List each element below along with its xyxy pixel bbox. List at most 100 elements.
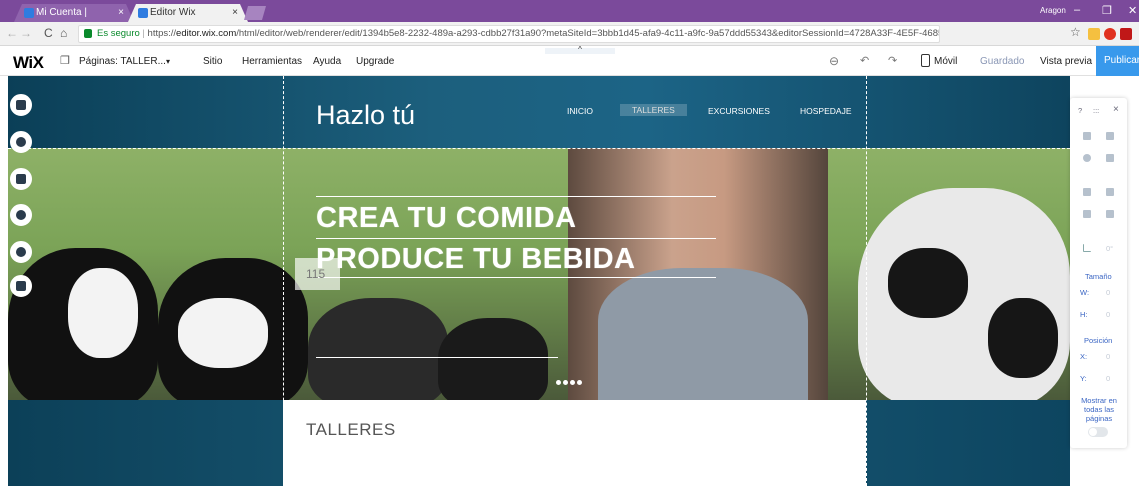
calendar-icon (16, 281, 26, 291)
x-value[interactable]: 0 (1106, 352, 1110, 361)
element-badge[interactable]: 115 (295, 258, 340, 290)
url-field[interactable]: Es seguro | https://editor.wix.com/html/… (78, 25, 940, 43)
slide-dot[interactable] (556, 380, 561, 385)
cow-patch (888, 248, 968, 318)
tab-editor-wix[interactable]: Editor Wix × (128, 4, 248, 22)
hero-heading-1[interactable]: CREA TU COMIDA (316, 202, 576, 235)
slide-dot[interactable] (563, 380, 568, 385)
undo-icon[interactable]: ↶ (860, 54, 869, 67)
rotate-icon[interactable] (1083, 244, 1091, 252)
distribute-icon[interactable] (1106, 210, 1114, 218)
rotation-icon[interactable]: 0° (1106, 244, 1113, 253)
square-icon (16, 100, 26, 110)
slide-dot[interactable] (577, 380, 582, 385)
wix-logo[interactable]: WiX (13, 53, 44, 73)
upload-tool[interactable] (10, 204, 32, 226)
hero-divider (316, 277, 716, 278)
height-value[interactable]: 0 (1106, 310, 1110, 319)
person-shirt (598, 268, 808, 400)
duplicate-icon[interactable] (1083, 154, 1091, 162)
menu-sitio[interactable]: Sitio (203, 56, 222, 67)
send-backward-icon[interactable] (1106, 188, 1114, 196)
back-icon[interactable]: ← (6, 26, 18, 40)
blog-tool[interactable] (10, 241, 32, 263)
menu-ayuda[interactable]: Ayuda (313, 56, 341, 67)
restore-icon[interactable]: ❐ (1102, 4, 1112, 17)
menus-pages-tool[interactable] (10, 94, 32, 116)
menu-upgrade[interactable]: Upgrade (356, 56, 394, 67)
height-label: H: (1080, 310, 1088, 319)
site-nav-excursiones[interactable]: EXCURSIONES (708, 106, 770, 116)
url-host: editor.wix.com (176, 28, 237, 39)
content-section[interactable] (283, 400, 866, 486)
bring-forward-icon[interactable] (1083, 188, 1091, 196)
extension-icon[interactable] (1088, 28, 1100, 40)
opera-extension-icon[interactable] (1104, 28, 1116, 40)
slideshow-dots[interactable] (556, 372, 584, 390)
width-label: W: (1080, 288, 1090, 297)
mobile-icon[interactable] (921, 54, 930, 67)
y-value[interactable]: 0 (1106, 374, 1110, 383)
slide-dot[interactable] (570, 380, 575, 385)
drag-handle-icon[interactable]: ::: (1093, 106, 1099, 115)
pdf-extension-icon[interactable] (1120, 28, 1132, 40)
url-path: /html/editor/web/renderer/edit/1394b5e8-… (236, 28, 939, 39)
y-label: Y: (1080, 374, 1087, 383)
profile-name[interactable]: Aragon (1040, 6, 1066, 15)
zoom-icon[interactable]: ⊖ (829, 54, 839, 68)
cow-patch (988, 298, 1058, 378)
align-icon[interactable] (1083, 210, 1091, 218)
close-window-icon[interactable]: ✕ (1128, 4, 1137, 17)
arrange-panel[interactable]: ? ::: × 0° Tamaño W: 0 H: 0 Posición X: … (1070, 98, 1127, 448)
home-icon[interactable]: ⌂ (60, 26, 67, 40)
app-market-tool[interactable] (10, 168, 32, 190)
site-nav-inicio[interactable]: INICIO (567, 106, 593, 116)
close-tab-icon[interactable]: × (118, 4, 124, 22)
pages-icon[interactable]: ❐ (60, 54, 70, 67)
position-label: Posición (1084, 336, 1113, 345)
add-tool[interactable] (10, 131, 32, 153)
wix-favicon-icon (24, 8, 34, 18)
mobile-view-button[interactable]: Móvil (934, 56, 957, 67)
chevron-down-icon[interactable]: ▾ (166, 57, 170, 66)
site-title[interactable]: Hazlo tú (316, 100, 415, 131)
address-bar-row: ← → C ⌂ Es seguro | https://editor.wix.c… (0, 22, 1139, 46)
reload-icon[interactable]: C (44, 26, 53, 40)
show-all-pages-toggle[interactable] (1088, 427, 1108, 437)
bookings-tool[interactable] (10, 275, 32, 297)
delete-icon[interactable] (1106, 154, 1114, 162)
cow-image (438, 318, 548, 400)
header-strip[interactable] (8, 76, 1070, 148)
saved-status: Guardado (980, 56, 1025, 67)
copy-icon[interactable] (1083, 132, 1091, 140)
publish-button[interactable]: Publicar (1096, 46, 1139, 76)
tab-mi-cuenta[interactable]: Mi Cuenta | Wix.com × (14, 4, 134, 22)
redo-icon[interactable]: ↷ (888, 54, 897, 67)
show-all-pages-label: Mostrar en todas las páginas (1081, 396, 1117, 423)
paste-icon[interactable] (1106, 132, 1114, 140)
close-tab-icon[interactable]: × (232, 4, 238, 22)
apps-icon (16, 174, 26, 184)
menu-herramientas[interactable]: Herramientas (242, 56, 302, 67)
collapse-toolbar-button[interactable]: ^ (545, 46, 615, 54)
help-icon[interactable]: ? (1078, 106, 1082, 115)
width-value[interactable]: 0 (1106, 288, 1110, 297)
bookmark-star-icon[interactable]: ☆ (1070, 25, 1081, 39)
header-guide (8, 148, 1070, 149)
hero-divider (316, 238, 716, 239)
site-nav-hospedaje[interactable]: HOSPEDAJE (800, 106, 852, 116)
site-nav-talleres[interactable]: TALLERES (620, 104, 687, 116)
forward-icon[interactable]: → (20, 26, 32, 40)
hero-heading-2[interactable]: PRODUCE TU BEBIDA (316, 243, 635, 276)
editor-stage[interactable]: ^ Hazlo tú INICIO TALLERES EXCURSIONES H… (0, 46, 1139, 486)
wix-favicon-icon (138, 8, 148, 18)
preview-button[interactable]: Vista previa (1040, 56, 1092, 67)
new-tab-button[interactable] (244, 6, 266, 20)
pages-dropdown[interactable]: Páginas: TALLER... (79, 56, 166, 67)
secure-label: Es seguro (97, 28, 140, 39)
section-title[interactable]: TALLERES (306, 420, 396, 440)
minimize-icon[interactable]: – (1074, 4, 1080, 16)
close-icon[interactable]: × (1113, 104, 1119, 115)
grid-guide-left (283, 76, 284, 486)
blog-icon (16, 247, 26, 257)
